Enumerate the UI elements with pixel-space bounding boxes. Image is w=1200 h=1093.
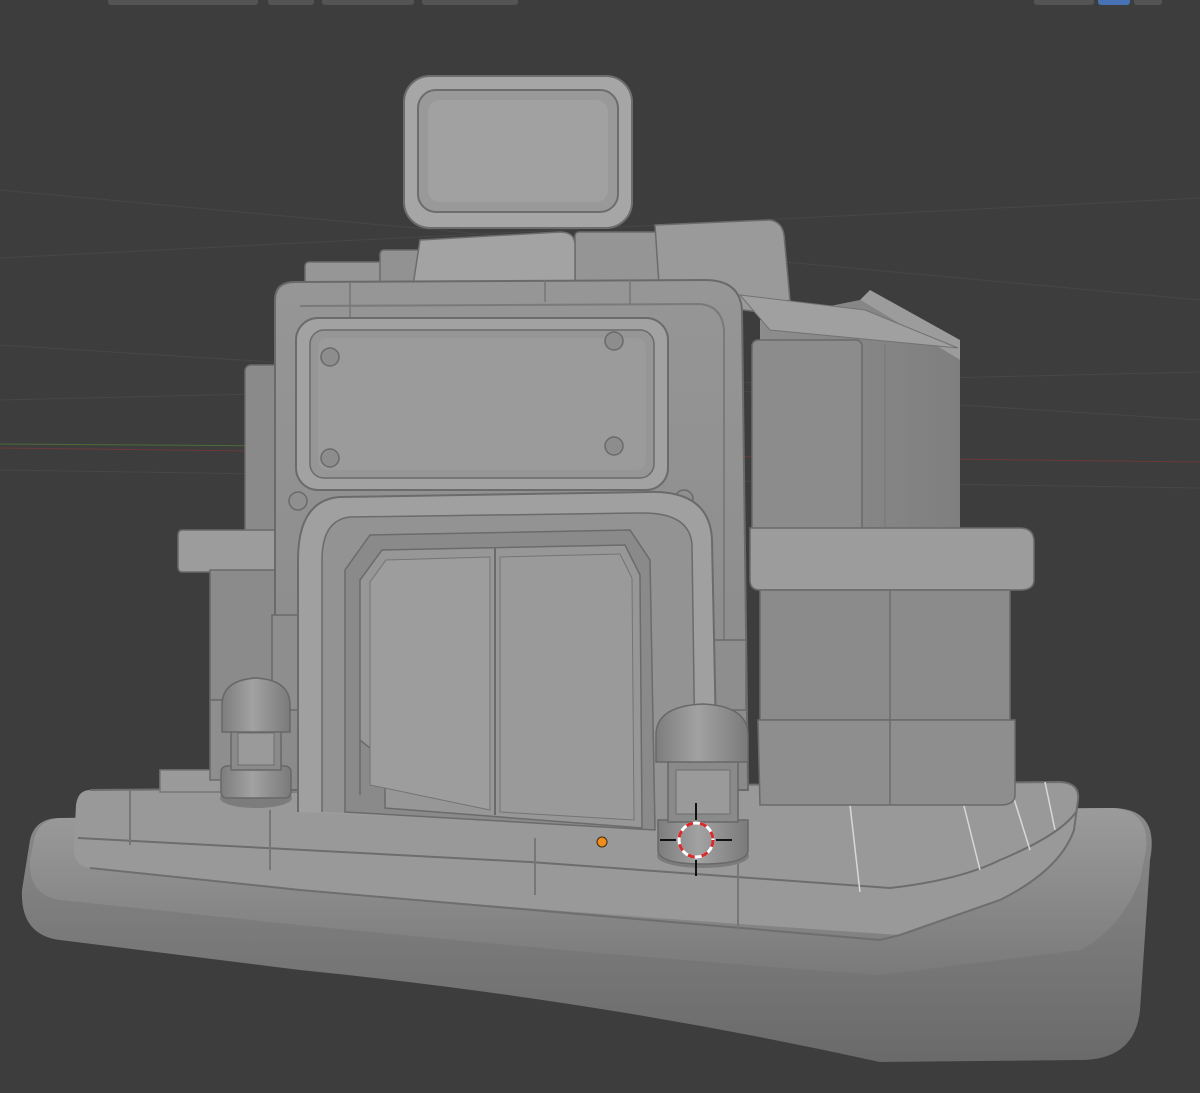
- 3d-viewport[interactable]: [0, 0, 1200, 1093]
- right-lamp-post: [655, 703, 749, 868]
- top-sign-board: [403, 75, 633, 229]
- front-plaque: [295, 317, 669, 491]
- right-wing: [749, 290, 1035, 806]
- double-door: [359, 544, 643, 829]
- left-lamp-post: [220, 677, 292, 808]
- scene-render: [0, 75, 1200, 1062]
- object-origin-icon: [596, 836, 608, 848]
